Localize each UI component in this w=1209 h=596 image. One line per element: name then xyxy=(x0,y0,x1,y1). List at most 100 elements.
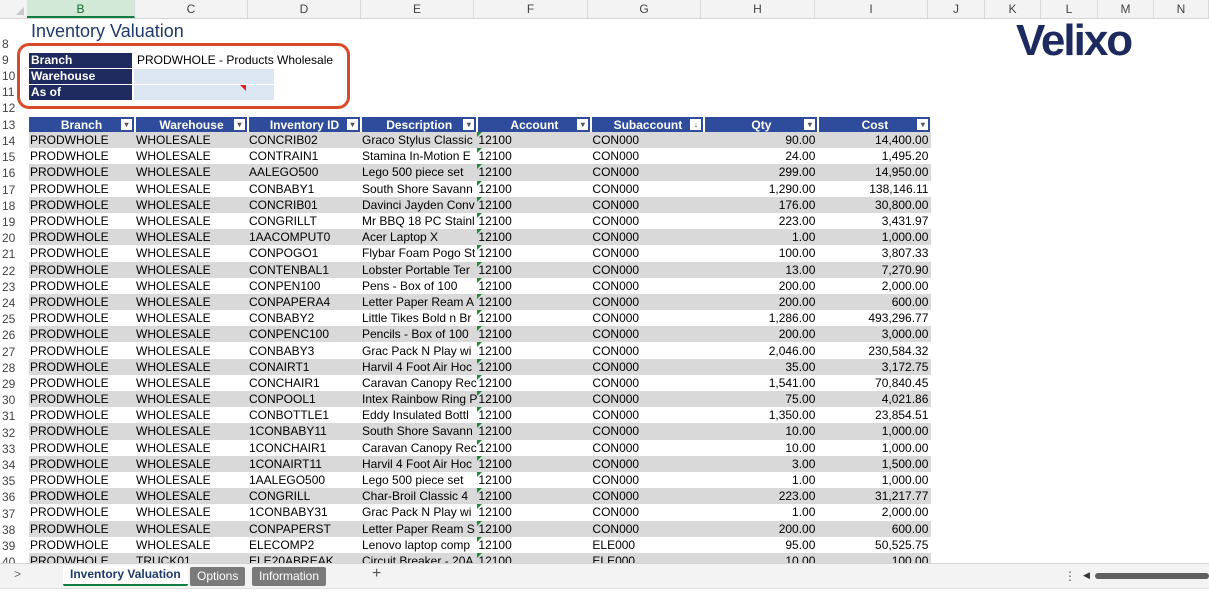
cell-account[interactable]: 12100 xyxy=(477,342,591,358)
cell-branch[interactable]: PRODWHOLE xyxy=(29,261,135,278)
cell-subaccount[interactable]: CON000 xyxy=(591,326,705,343)
cell-branch[interactable]: PRODWHOLE xyxy=(29,245,135,261)
cell-subaccount[interactable]: CON000 xyxy=(591,504,704,520)
cell-branch[interactable]: PRODWHOLE xyxy=(29,229,135,246)
cell-warehouse[interactable]: WHOLESALE xyxy=(135,310,248,326)
cell-account[interactable]: 12100 xyxy=(477,293,592,311)
cell-warehouse[interactable]: WHOLESALE xyxy=(135,504,248,520)
cell-description[interactable]: Letter Paper Ream S xyxy=(361,520,478,537)
cell-warehouse[interactable]: WHOLESALE xyxy=(135,196,248,213)
cell-warehouse[interactable]: WHOLESALE xyxy=(135,375,248,391)
cell-branch[interactable]: PRODWHOLE xyxy=(29,358,135,375)
cell-inventory-id[interactable]: ELECOMP2 xyxy=(248,537,361,553)
cell-inventory-id[interactable]: CONBABY3 xyxy=(248,342,361,358)
cell-account[interactable]: 12100 xyxy=(477,439,591,456)
cell-warehouse[interactable]: WHOLESALE xyxy=(135,148,248,164)
cell-subaccount[interactable]: CON000 xyxy=(591,375,704,391)
cell-inventory-id[interactable]: CONTENBAL1 xyxy=(248,261,361,278)
cell-cost[interactable]: 2,000.00 xyxy=(818,504,931,520)
column-header-c[interactable]: C xyxy=(135,0,248,18)
cell-inventory-id[interactable]: 1CONBABY11 xyxy=(248,423,361,440)
cell-inventory-id[interactable]: CONTRAIN1 xyxy=(248,148,361,164)
cell-description[interactable]: Char-Broil Classic 4 xyxy=(361,488,478,505)
filter-dropdown-icon[interactable]: ▾ xyxy=(234,119,245,130)
cell-branch[interactable]: PRODWHOLE xyxy=(29,407,135,423)
cell-inventory-id[interactable]: CONBOTTLE1 xyxy=(248,407,361,423)
cell-qty[interactable]: 200.00 xyxy=(704,326,819,343)
cell-cost[interactable]: 30,800.00 xyxy=(818,196,932,213)
cell-inventory-id[interactable]: CONAIRT1 xyxy=(248,358,361,375)
cell-warehouse[interactable]: WHOLESALE xyxy=(135,132,248,149)
cell-warehouse[interactable]: WHOLESALE xyxy=(135,293,248,311)
cell-cost[interactable]: 493,296.77 xyxy=(818,310,931,326)
header-subaccount[interactable]: Subaccount ↓ xyxy=(591,117,706,132)
cell-cost[interactable]: 14,950.00 xyxy=(818,164,932,181)
cell-warehouse[interactable]: WHOLESALE xyxy=(135,229,248,246)
cell-subaccount[interactable]: CON000 xyxy=(591,310,704,326)
cell-account[interactable]: 12100 xyxy=(477,180,591,197)
cell-qty[interactable]: 1,541.00 xyxy=(704,375,818,391)
cell-subaccount[interactable]: CON000 xyxy=(591,488,705,505)
tab-scroll-right-icon[interactable]: > xyxy=(14,567,21,581)
cell-cost[interactable]: 3,431.97 xyxy=(818,213,931,229)
cell-warehouse[interactable]: WHOLESALE xyxy=(135,537,248,553)
cell-qty[interactable]: 1,290.00 xyxy=(704,181,818,197)
cell-subaccount[interactable]: CON000 xyxy=(591,245,704,261)
cell-account[interactable]: 12100 xyxy=(477,212,591,229)
cell-subaccount[interactable]: ELE000 xyxy=(591,537,704,553)
cell-branch[interactable]: PRODWHOLE xyxy=(29,132,135,149)
cell-inventory-id[interactable]: CONPAPERA4 xyxy=(248,293,361,311)
sort-filter-icon[interactable]: ↓ xyxy=(690,119,702,130)
cell-qty[interactable]: 35.00 xyxy=(704,358,819,375)
cell-description[interactable]: Harvil 4 Foot Air Hoc xyxy=(361,358,478,375)
cell-warehouse[interactable]: WHOLESALE xyxy=(135,391,248,408)
tab-inventory-valuation[interactable]: Inventory Valuation xyxy=(63,565,188,586)
cell-description[interactable]: South Shore Savann xyxy=(361,423,478,440)
cell-cost[interactable]: 600.00 xyxy=(818,293,932,311)
cell-inventory-id[interactable]: CONPOOL1 xyxy=(248,391,361,408)
cell-account[interactable]: 12100 xyxy=(477,488,592,505)
cell-inventory-id[interactable]: CONPENC100 xyxy=(248,326,361,343)
cell-subaccount[interactable]: CON000 xyxy=(591,132,705,149)
cell-cost[interactable]: 2,000.00 xyxy=(818,278,931,294)
cell-account[interactable]: 12100 xyxy=(477,245,591,261)
cell-branch[interactable]: PRODWHOLE xyxy=(29,472,135,488)
column-header-b[interactable]: B xyxy=(27,0,135,18)
cell-subaccount[interactable]: CON000 xyxy=(591,520,705,537)
cell-account[interactable]: 12100 xyxy=(477,148,591,164)
cell-inventory-id[interactable]: CONPAPERST xyxy=(248,520,361,537)
cell-inventory-id[interactable]: CONBABY1 xyxy=(248,181,361,197)
cell-branch[interactable]: PRODWHOLE xyxy=(29,342,135,358)
cell-inventory-id[interactable]: CONGRILL xyxy=(248,488,361,505)
filter-dropdown-icon[interactable]: ▾ xyxy=(804,119,816,130)
cell-branch[interactable]: PRODWHOLE xyxy=(29,148,135,164)
column-header-h[interactable]: H xyxy=(701,0,815,18)
cell-branch[interactable]: PRODWHOLE xyxy=(29,440,135,456)
cell-description[interactable]: Harvil 4 Foot Air Hoc xyxy=(361,455,478,472)
cell-cost[interactable]: 14,400.00 xyxy=(818,132,932,149)
cell-branch[interactable]: PRODWHOLE xyxy=(29,520,135,537)
cell-warehouse[interactable]: WHOLESALE xyxy=(135,520,248,537)
tab-information[interactable]: Information xyxy=(252,567,327,586)
cell-subaccount[interactable]: CON000 xyxy=(591,278,704,294)
header-branch[interactable]: Branch ▾ xyxy=(29,117,136,132)
cell-qty[interactable]: 95.00 xyxy=(704,537,818,553)
cell-branch[interactable]: PRODWHOLE xyxy=(29,455,135,472)
cell-inventory-id[interactable]: 1CONCHAIR1 xyxy=(248,440,361,456)
cell-warehouse[interactable]: WHOLESALE xyxy=(135,423,248,440)
cell-account[interactable]: 12100 xyxy=(477,261,592,278)
cell-qty[interactable]: 200.00 xyxy=(704,520,819,537)
column-header-e[interactable]: E xyxy=(361,0,474,18)
cell-inventory-id[interactable]: AALEGO500 xyxy=(248,164,361,181)
cell-warehouse[interactable]: WHOLESALE xyxy=(135,164,248,181)
header-description[interactable]: Description ▾ xyxy=(361,117,479,132)
cell-account[interactable]: 12100 xyxy=(477,520,592,537)
cell-qty[interactable]: 90.00 xyxy=(704,132,819,149)
cell-account[interactable]: 12100 xyxy=(477,164,592,181)
cell-qty[interactable]: 1.00 xyxy=(704,229,819,246)
cell-subaccount[interactable]: CON000 xyxy=(591,423,705,440)
column-header-j[interactable]: J xyxy=(928,0,985,18)
cell-description[interactable]: Graco Stylus Classic xyxy=(361,132,478,149)
cell-cost[interactable]: 23,854.51 xyxy=(818,407,931,423)
cell-warehouse[interactable]: WHOLESALE xyxy=(135,440,248,456)
